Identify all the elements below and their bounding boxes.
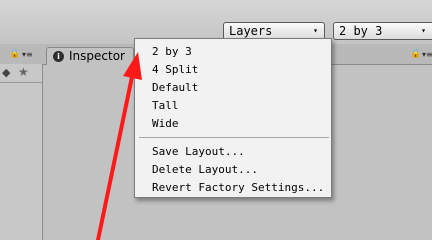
annotation-arrow-shaft — [96, 70, 135, 240]
annotation-arrow — [96, 52, 142, 240]
annotation-arrow-head — [123, 52, 142, 80]
